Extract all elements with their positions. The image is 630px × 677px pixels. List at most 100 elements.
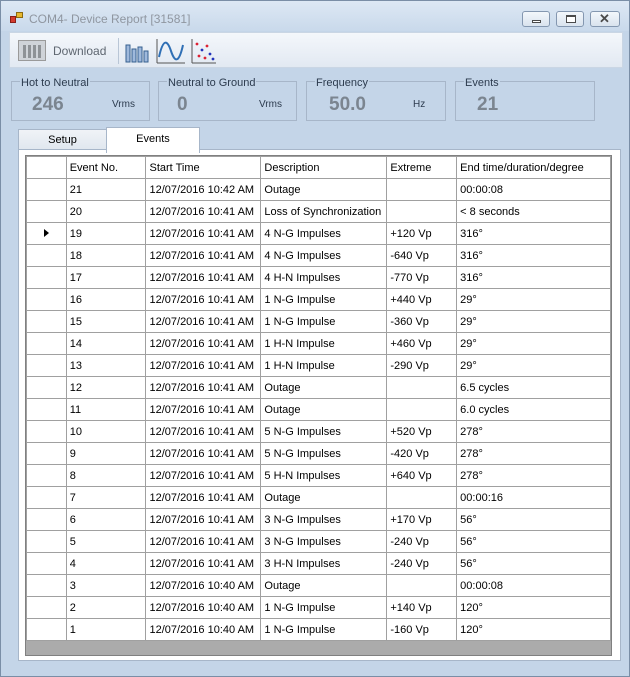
scatter-plot-button[interactable] [190,37,218,65]
cell-start-time[interactable]: 12/07/2016 10:41 AM [145,200,262,223]
cell-end-time[interactable]: 316° [456,222,611,245]
cell-event-no[interactable]: 10 [65,420,147,443]
cell-end-time[interactable]: 316° [456,266,611,289]
cell-description[interactable]: 4 H-N Impulses [260,266,388,289]
cell-extreme[interactable]: -240 Vp [386,552,458,575]
cell-start-time[interactable]: 12/07/2016 10:41 AM [145,266,262,289]
cell-description[interactable]: Outage [260,376,388,399]
cell-event-no[interactable]: 9 [65,442,147,465]
cell-extreme[interactable]: -640 Vp [386,244,458,267]
cell-end-time[interactable]: 6.5 cycles [456,376,611,399]
cell-description[interactable]: Outage [260,178,388,201]
cell-start-time[interactable]: 12/07/2016 10:40 AM [145,596,262,619]
cell-extreme[interactable]: +640 Vp [386,464,458,487]
table-row[interactable]: 8 12/07/2016 10:41 AM 5 H-N Impulses +640 V… [26,464,611,487]
table-row[interactable]: 21 12/07/2016 10:42 AM Outage 00:00:08 [26,178,611,201]
cell-extreme[interactable] [386,200,458,223]
cell-end-time[interactable]: 6.0 cycles [456,398,611,421]
row-header[interactable] [26,244,67,267]
cell-start-time[interactable]: 12/07/2016 10:40 AM [145,618,262,641]
column-header-end-time[interactable]: End time/duration/degree [456,156,611,179]
column-header-extreme[interactable]: Extreme [386,156,458,179]
row-header[interactable] [26,266,67,289]
table-row[interactable]: 17 12/07/2016 10:41 AM 4 H-N Impulses -770 … [26,266,611,289]
cell-end-time[interactable]: 00:00:08 [456,178,611,201]
table-row[interactable]: 7 12/07/2016 10:41 AM Outage 00:00:16 [26,486,611,509]
table-row[interactable]: 12 12/07/2016 10:41 AM Outage 6.5 cycles [26,376,611,399]
cell-start-time[interactable]: 12/07/2016 10:41 AM [145,464,262,487]
minimize-button[interactable] [522,11,550,27]
cell-description[interactable]: 1 H-N Impulse [260,332,388,355]
waveform-button[interactable] [156,37,185,65]
cell-start-time[interactable]: 12/07/2016 10:41 AM [145,398,262,421]
row-header[interactable] [26,332,67,355]
cell-description[interactable]: 1 N-G Impulse [260,596,388,619]
cell-description[interactable]: Outage [260,574,388,597]
cell-event-no[interactable]: 18 [65,244,147,267]
cell-event-no[interactable]: 15 [65,310,147,333]
cell-event-no[interactable]: 11 [65,398,147,421]
cell-end-time[interactable]: 56° [456,552,611,575]
cell-end-time[interactable]: 120° [456,596,611,619]
cell-description[interactable]: 5 N-G Impulses [260,420,388,443]
cell-description[interactable]: 3 H-N Impulses [260,552,388,575]
column-header-description[interactable]: Description [260,156,388,179]
column-header-event-no[interactable]: Event No. [65,156,147,179]
row-header[interactable] [26,200,67,223]
table-row[interactable]: 18 12/07/2016 10:41 AM 4 N-G Impulses -640 … [26,244,611,267]
cell-extreme[interactable]: +170 Vp [386,508,458,531]
maximize-button[interactable] [556,11,584,27]
cell-extreme[interactable]: +120 Vp [386,222,458,245]
table-row[interactable]: 13 12/07/2016 10:41 AM 1 H-N Impulse -290 V… [26,354,611,377]
cell-end-time[interactable]: 120° [456,618,611,641]
cell-description[interactable]: 1 N-G Impulse [260,288,388,311]
cell-extreme[interactable]: -240 Vp [386,530,458,553]
cell-event-no[interactable]: 12 [65,376,147,399]
cell-end-time[interactable]: 29° [456,332,611,355]
cell-event-no[interactable]: 14 [65,332,147,355]
cell-end-time[interactable]: 56° [456,530,611,553]
table-row[interactable]: 3 12/07/2016 10:40 AM Outage 00:00:08 [26,574,611,597]
cell-end-time[interactable]: 278° [456,442,611,465]
cell-end-time[interactable]: 29° [456,310,611,333]
row-header[interactable] [26,398,67,421]
row-header[interactable] [26,376,67,399]
cell-extreme[interactable] [386,574,458,597]
table-row[interactable]: 11 12/07/2016 10:41 AM Outage 6.0 cycles [26,398,611,421]
row-header[interactable] [26,618,67,641]
row-header[interactable] [26,420,67,443]
table-row[interactable]: 5 12/07/2016 10:41 AM 3 N-G Impulses -240 V… [26,530,611,553]
cell-end-time[interactable]: 316° [456,244,611,267]
cell-end-time[interactable]: 29° [456,354,611,377]
tab-setup[interactable]: Setup [18,129,107,151]
cell-event-no[interactable]: 7 [65,486,147,509]
cell-extreme[interactable]: -290 Vp [386,354,458,377]
cell-extreme[interactable] [386,376,458,399]
row-header[interactable] [26,442,67,465]
cell-description[interactable]: 5 H-N Impulses [260,464,388,487]
events-grid[interactable]: Event No. Start Time Description Extreme… [25,155,612,656]
cell-event-no[interactable]: 4 [65,552,147,575]
row-header[interactable] [26,288,67,311]
cell-event-no[interactable]: 6 [65,508,147,531]
table-row[interactable]: 4 12/07/2016 10:41 AM 3 H-N Impulses -240 V… [26,552,611,575]
cell-event-no[interactable]: 19 [65,222,147,245]
cell-description[interactable]: 3 N-G Impulses [260,530,388,553]
cell-end-time[interactable]: 29° [456,288,611,311]
cell-description[interactable]: 5 N-G Impulses [260,442,388,465]
row-header[interactable] [26,464,67,487]
cell-event-no[interactable]: 17 [65,266,147,289]
cell-start-time[interactable]: 12/07/2016 10:41 AM [145,486,262,509]
cell-end-time[interactable]: < 8 seconds [456,200,611,223]
cell-start-time[interactable]: 12/07/2016 10:42 AM [145,178,262,201]
cell-extreme[interactable] [386,178,458,201]
row-header[interactable] [26,508,67,531]
cell-event-no[interactable]: 13 [65,354,147,377]
cell-start-time[interactable]: 12/07/2016 10:40 AM [145,574,262,597]
cell-event-no[interactable]: 20 [65,200,147,223]
cell-description[interactable]: 1 H-N Impulse [260,354,388,377]
cell-extreme[interactable]: -420 Vp [386,442,458,465]
cell-start-time[interactable]: 12/07/2016 10:41 AM [145,552,262,575]
cell-start-time[interactable]: 12/07/2016 10:41 AM [145,354,262,377]
cell-description[interactable]: Outage [260,398,388,421]
